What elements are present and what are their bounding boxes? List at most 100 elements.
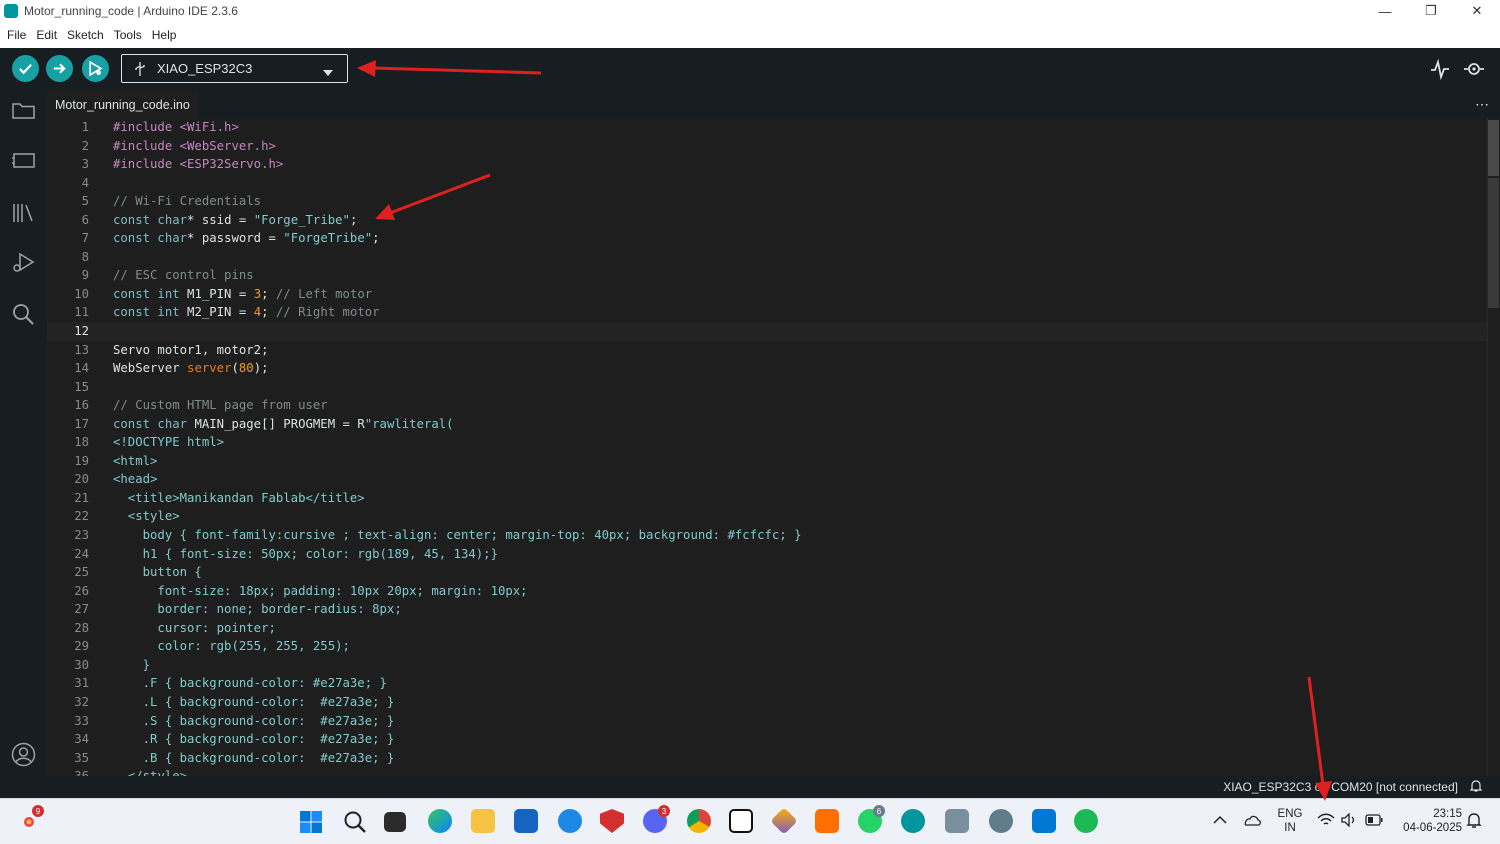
code-line: 35 .B { background-color: #e27a3e; } [47, 749, 1487, 768]
code-token: "Forge_Tribe" [253, 212, 350, 227]
debug-sidebar-icon[interactable] [11, 250, 36, 275]
file-explorer-icon[interactable] [471, 809, 495, 833]
notion-icon[interactable] [729, 809, 753, 833]
code-editor[interactable]: 1 #include <WiFi.h> 2 #include <WebServer.h… [47, 118, 1500, 776]
line-number: 36 [47, 767, 89, 776]
line-number: 32 [74, 694, 89, 709]
onedrive-cloud-icon[interactable] [1242, 813, 1262, 827]
code-line: 9 // ESC control pins [47, 266, 1487, 285]
code-token: .B { background-color: #e27a3e; } [113, 750, 395, 765]
code-line: 17 const char MAIN_page[] PROGMEM = R"raw… [47, 415, 1487, 434]
restore-button[interactable]: ❐ [1408, 0, 1454, 22]
line-number: 29 [74, 639, 89, 654]
app-icon-blue[interactable] [558, 809, 582, 833]
mcafee-icon[interactable] [600, 809, 624, 833]
code-text: <html> [113, 452, 157, 471]
more-options-icon[interactable]: ⋯ [1475, 96, 1490, 113]
code-token: 3 [253, 286, 262, 301]
toolbar: XIAO_ESP32C3 [0, 48, 1500, 90]
notification-bell-icon[interactable] [1466, 812, 1482, 830]
verify-button[interactable] [12, 55, 39, 82]
code-line: 28 cursor: pointer; [47, 619, 1487, 638]
line-number: 12 [74, 324, 89, 339]
code-line: 32 .L { background-color: #e27a3e; } [47, 693, 1487, 712]
menu-tools[interactable]: Tools [109, 28, 147, 42]
file-tab[interactable]: Motor_running_code.ino [47, 90, 198, 118]
chevron-up-icon[interactable] [1213, 815, 1227, 825]
serial-plotter-icon[interactable] [1429, 58, 1451, 80]
code-text: .B { background-color: #e27a3e; } [113, 749, 395, 768]
code-text: color: rgb(255, 255, 255); [113, 637, 350, 656]
code-text: // Custom HTML page from user [113, 396, 328, 415]
battery-icon[interactable] [1365, 814, 1383, 826]
discord-app[interactable]: 3 [643, 805, 670, 833]
region-code: IN [1284, 822, 1296, 834]
bell-icon[interactable] [1470, 779, 1482, 793]
code-token: button { [113, 565, 202, 580]
code-line: 19 <html> [47, 452, 1487, 471]
language-code: ENG [1277, 808, 1303, 820]
volume-icon[interactable] [1341, 813, 1359, 827]
menu-help[interactable]: Help [147, 28, 182, 42]
arduino-taskbar-icon[interactable] [901, 809, 925, 833]
weather-widget[interactable]: 9 [20, 805, 44, 832]
code-line: 3 #include <ESP32Servo.h> [47, 155, 1487, 174]
board-selector[interactable]: XIAO_ESP32C3 [121, 54, 348, 83]
menu-file[interactable]: File [2, 28, 31, 42]
microsoft-store-icon[interactable] [514, 809, 538, 833]
debug-button[interactable] [82, 55, 109, 82]
clock[interactable]: 23:15 04-06-2025 [1392, 807, 1462, 835]
boards-manager-icon[interactable] [11, 148, 36, 173]
menu-edit[interactable]: Edit [31, 28, 62, 42]
language-indicator[interactable]: ENG IN [1275, 807, 1305, 835]
menu-sketch[interactable]: Sketch [62, 28, 109, 42]
debug-icon [89, 60, 103, 77]
task-view-icon[interactable] [384, 812, 406, 832]
board-port-status[interactable]: XIAO_ESP32C3 on COM20 [not connected] [1223, 780, 1458, 794]
code-token: #include <ESP32Servo.h> [113, 157, 284, 172]
activity-sidebar [0, 90, 47, 776]
taskbar-search-icon[interactable] [343, 810, 367, 834]
check-icon [19, 63, 32, 75]
chrome-icon[interactable] [687, 809, 711, 833]
spotify-icon[interactable] [1074, 809, 1098, 833]
code-token: ; [261, 305, 276, 320]
code-token: color: rgb(255, 255, 255); [113, 639, 350, 654]
upload-button[interactable] [46, 55, 73, 82]
clock-date: 04-06-2025 [1403, 822, 1462, 834]
status-bar: XIAO_ESP32C3 on COM20 [not connected] [0, 776, 1500, 798]
scrollbar-thumb[interactable] [1488, 120, 1499, 176]
code-line: 24 h1 { font-size: 50px; color: rgb(189,… [47, 545, 1487, 564]
code-token: * ssid = [187, 212, 254, 227]
code-text: font-size: 18px; padding: 10px 20px; mar… [113, 582, 527, 601]
minimize-button[interactable]: — [1362, 0, 1408, 22]
code-token: <title>Manikandan Fablab</title> [113, 490, 365, 505]
code-line: 18 <!DOCTYPE html> [47, 433, 1487, 452]
fusion-app-icon[interactable] [815, 809, 839, 833]
app-icon-gray[interactable] [945, 809, 969, 833]
account-icon[interactable] [11, 742, 36, 767]
serial-monitor-icon[interactable] [1463, 58, 1485, 80]
code-text: Servo motor1, motor2; [113, 341, 268, 360]
line-number: 10 [74, 286, 89, 301]
windows-start-icon[interactable] [299, 810, 323, 834]
vscode-icon[interactable] [1032, 809, 1056, 833]
discord-badge: 3 [658, 805, 670, 817]
search-icon[interactable] [11, 302, 36, 327]
code-text: <!DOCTYPE html> [113, 433, 224, 452]
line-number: 26 [74, 583, 89, 598]
code-line: 14 WebServer server(80); [47, 359, 1487, 378]
code-token: .F { background-color: #e27a3e; } [113, 676, 387, 691]
whatsapp-app[interactable]: 6 [858, 805, 885, 833]
app-icon-diamond[interactable] [770, 807, 798, 835]
close-button[interactable]: ✕ [1454, 0, 1500, 22]
settings-gear-icon[interactable] [989, 809, 1013, 833]
folder-icon[interactable] [11, 98, 36, 123]
editor-scrollbar[interactable] [1487, 118, 1500, 776]
code-line: 8 [47, 248, 1487, 267]
edge-browser-icon[interactable] [428, 809, 452, 833]
library-manager-icon[interactable] [11, 200, 36, 225]
code-token: ( [231, 361, 239, 376]
wifi-icon[interactable] [1317, 813, 1335, 827]
line-number: 18 [74, 435, 89, 450]
